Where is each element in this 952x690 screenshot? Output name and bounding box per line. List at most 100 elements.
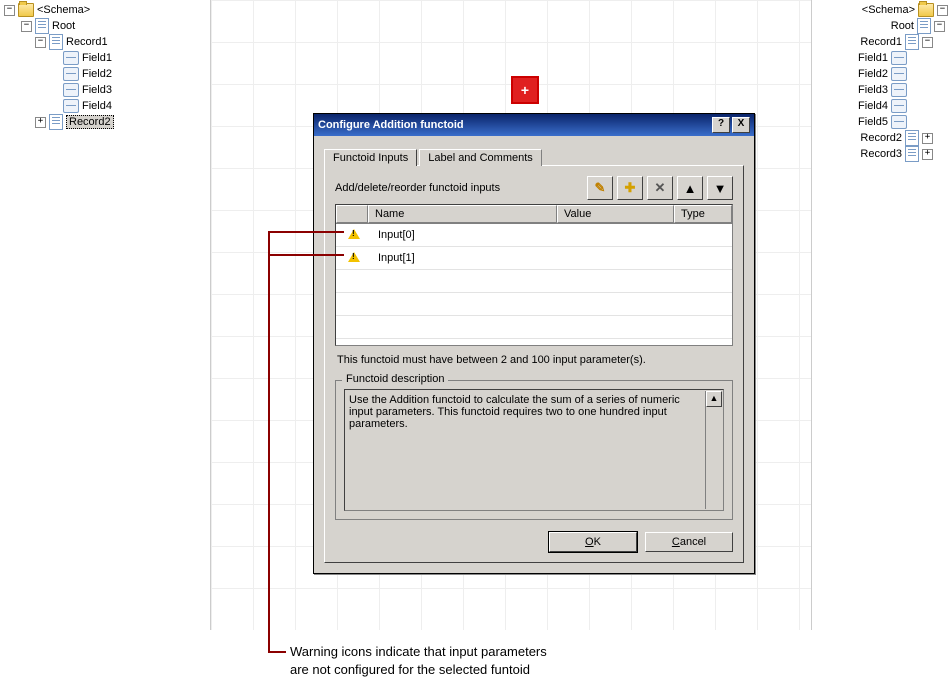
folder-icon [918, 3, 934, 17]
tree-label: Record3 [860, 148, 902, 160]
expand-icon[interactable]: + [35, 117, 46, 128]
plus-icon: + [521, 82, 529, 98]
tree-node-record3[interactable]: Record3 + [828, 146, 948, 162]
input-row[interactable]: Input[1] [336, 247, 732, 270]
tree-label: Root [891, 20, 914, 32]
tree-node-field[interactable]: Field3 [828, 82, 948, 98]
tree-node-record2[interactable]: Record2 + [828, 130, 948, 146]
edit-input-button[interactable]: ✎ [587, 176, 613, 200]
tree-label: Field4 [858, 100, 888, 112]
move-up-button[interactable]: ▲ [677, 176, 703, 200]
tree-node-field[interactable]: Field2 [4, 66, 204, 82]
callout-line [268, 254, 344, 256]
field-icon [63, 51, 79, 65]
arrow-up-icon: ▲ [684, 181, 697, 196]
tree-label: Field3 [858, 84, 888, 96]
annotation-text: Warning icons indicate that input parame… [290, 643, 720, 679]
tree-node-field[interactable]: Field5 [828, 114, 948, 130]
collapse-icon[interactable]: − [922, 37, 933, 48]
dialog-titlebar[interactable]: Configure Addition functoid ? X [314, 114, 754, 136]
description-scrollbar[interactable]: ▲ [705, 391, 722, 509]
ok-button[interactable]: OK [549, 532, 637, 552]
inputs-list[interactable]: Name Value Type Input[0] Input[1] [335, 204, 733, 346]
field-icon [891, 51, 907, 65]
input-row-empty[interactable] [336, 316, 732, 339]
tree-node-field[interactable]: Field4 [828, 98, 948, 114]
tree-label: Record1 [66, 36, 108, 48]
move-down-button[interactable]: ▼ [707, 176, 733, 200]
tree-node-record2[interactable]: + Record2 [4, 114, 204, 130]
collapse-icon[interactable]: − [937, 5, 948, 16]
callout-line [268, 651, 286, 653]
tree-label: Field4 [82, 100, 112, 112]
tree-node-schema[interactable]: − <Schema> [4, 2, 204, 18]
collapse-icon[interactable]: − [4, 5, 15, 16]
tree-node-field[interactable]: Field4 [4, 98, 204, 114]
record-icon [49, 34, 63, 50]
add-input-button[interactable]: ✚ [617, 176, 643, 200]
description-label: Functoid description [342, 373, 448, 385]
collapse-icon[interactable]: − [21, 21, 32, 32]
tree-label: Field1 [82, 52, 112, 64]
tree-label: <Schema> [37, 4, 90, 16]
document-icon [917, 18, 931, 34]
input-row-empty[interactable] [336, 293, 732, 316]
tree-node-field[interactable]: Field3 [4, 82, 204, 98]
tab-strip: Functoid Inputs Label and Comments [324, 146, 744, 166]
inputs-panel: Add/delete/reorder functoid inputs ✎ ✚ ✕… [324, 165, 744, 563]
field-icon [63, 67, 79, 81]
collapse-icon[interactable]: − [934, 21, 945, 32]
tree-node-schema[interactable]: <Schema> − [828, 2, 948, 18]
input-row-empty[interactable] [336, 270, 732, 293]
input-name: Input[1] [372, 252, 563, 264]
scroll-up-icon[interactable]: ▲ [706, 391, 722, 407]
record-icon [905, 34, 919, 50]
tree-node-field[interactable]: Field2 [828, 66, 948, 82]
addition-functoid[interactable]: + [511, 76, 539, 104]
tree-label: Field2 [82, 68, 112, 80]
tree-node-root[interactable]: − Root [4, 18, 204, 34]
document-icon [35, 18, 49, 34]
input-row[interactable]: Input[0] [336, 224, 732, 247]
column-header-type[interactable]: Type [674, 205, 732, 223]
close-button[interactable]: X [732, 117, 750, 133]
column-header-icon[interactable] [336, 205, 368, 223]
tree-node-field[interactable]: Field1 [828, 50, 948, 66]
pencil-icon: ✎ [595, 180, 606, 196]
delete-input-button[interactable]: ✕ [647, 176, 673, 200]
tree-node-root[interactable]: Root − [828, 18, 948, 34]
tree-label: Field3 [82, 84, 112, 96]
tree-label: Field1 [858, 52, 888, 64]
delete-icon: ✕ [655, 180, 666, 196]
tab-label-comments[interactable]: Label and Comments [419, 149, 542, 166]
warning-icon [348, 229, 360, 239]
column-header-value[interactable]: Value [557, 205, 674, 223]
collapse-icon[interactable]: − [35, 37, 46, 48]
warning-icon [348, 252, 360, 262]
tree-node-record1[interactable]: Record1 − [828, 34, 948, 50]
tree-label: Root [52, 20, 75, 32]
record-icon [905, 146, 919, 162]
input-name: Input[0] [372, 229, 563, 241]
tab-functoid-inputs[interactable]: Functoid Inputs [324, 149, 417, 166]
cancel-button[interactable]: Cancel [645, 532, 733, 552]
help-button[interactable]: ? [712, 117, 730, 133]
dialog-title: Configure Addition functoid [318, 119, 464, 131]
field-icon [63, 83, 79, 97]
folder-icon [18, 3, 34, 17]
tree-node-field[interactable]: Field1 [4, 50, 204, 66]
inputs-instruction: Add/delete/reorder functoid inputs [335, 182, 500, 194]
tree-node-record1[interactable]: − Record1 [4, 34, 204, 50]
source-schema-tree[interactable]: − <Schema> − Root − Record1 Field1 Field… [4, 2, 204, 130]
field-icon [891, 99, 907, 113]
destination-schema-tree[interactable]: <Schema> − Root − Record1 − Field1 Field… [828, 2, 948, 162]
expand-icon[interactable]: + [922, 149, 933, 160]
parameter-hint: This functoid must have between 2 and 10… [337, 354, 731, 366]
column-header-name[interactable]: Name [368, 205, 557, 223]
tree-label: Field2 [858, 68, 888, 80]
expand-icon[interactable]: + [922, 133, 933, 144]
record-icon [905, 130, 919, 146]
configure-functoid-dialog: Configure Addition functoid ? X Functoid… [313, 113, 755, 574]
field-icon [891, 83, 907, 97]
field-icon [891, 67, 907, 81]
